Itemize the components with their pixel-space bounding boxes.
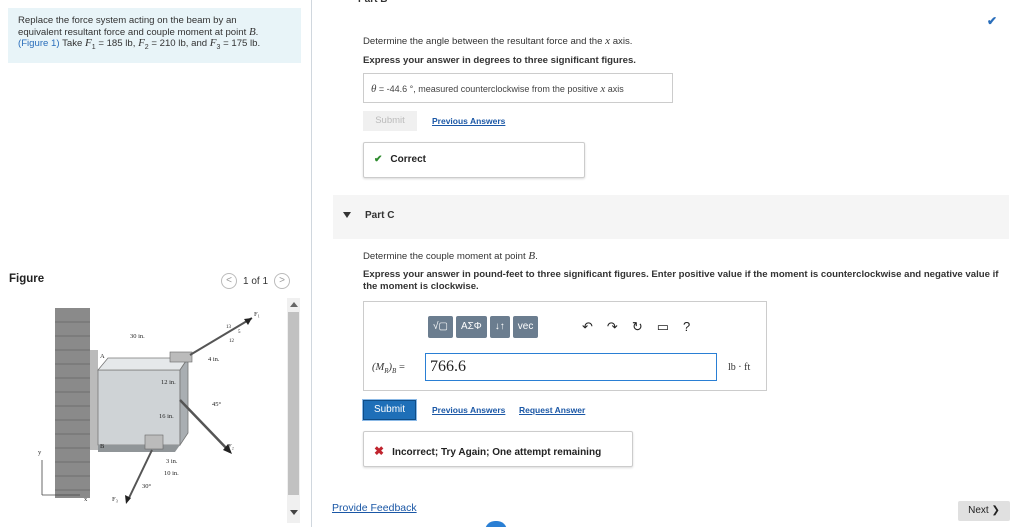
help-icon[interactable]: ? (683, 319, 690, 335)
f1-label: F₁ (254, 311, 260, 318)
sort-button[interactable]: ↓↑ (489, 316, 510, 338)
floating-widget[interactable] (485, 521, 507, 527)
dim-10-label: 10 in. (164, 470, 179, 477)
chevron-right-icon: ❯ (991, 505, 1000, 516)
dim-3-label: 3 in. (166, 458, 178, 465)
angle-45-label: 45° (212, 401, 222, 408)
moment-label: (MR)B = (372, 362, 405, 376)
caret-down-icon (343, 212, 351, 218)
figure-title: Figure (9, 273, 45, 285)
angle-30-label: 30° (142, 483, 152, 490)
chevron-left-icon: < (226, 275, 232, 286)
beam-figure: 30 in. 4 in. 12 in. 16 in. 3 in. 10 in. … (38, 308, 260, 504)
problem-statement: Replace the force system acting on the b… (8, 8, 301, 63)
f1-value: = 185 lb, (95, 38, 139, 49)
dim-30-label: 30 in. (130, 333, 145, 340)
request-answer-link[interactable]: Request Answer (519, 405, 585, 415)
problem-text: equivalent resultant force and couple mo… (18, 26, 249, 38)
part-c-status: ✖ Incorrect; Try Again; One attempt remai… (363, 431, 633, 467)
ratio-13-label: 13 (226, 325, 232, 330)
part-b-question: Determine the angle between the resultan… (363, 35, 632, 47)
part-b-answer: θ = -44.6 °, measured counterclockwise f… (363, 73, 673, 103)
point-b-label: B (100, 443, 105, 450)
part-c-previous-answers-link[interactable]: Previous Answers (432, 405, 505, 415)
y-axis-label: y (38, 449, 42, 456)
moment-input[interactable]: 766.6 (425, 353, 717, 381)
answer-editor: √▢ ΑΣΦ ↓↑ vec ↶ ↷ ↻ ▭ ? (MR)B = 766.6 lb… (363, 301, 767, 391)
keyboard-icon[interactable]: ▭ (657, 319, 669, 335)
math-toolbar: √▢ ΑΣΦ ↓↑ vec (428, 316, 539, 338)
reset-icon[interactable]: ↻ (632, 319, 643, 335)
prev-figure-button[interactable]: < (221, 273, 237, 289)
part-c-submit-button[interactable]: Submit (363, 400, 416, 420)
right-panel: Part B ✔ Determine the angle between the… (313, 0, 1024, 527)
part-b-status: ✔ Correct (363, 142, 585, 178)
point-b: B (248, 25, 256, 38)
redo-icon[interactable]: ↷ (607, 319, 618, 335)
problem-line-2: equivalent resultant force and couple mo… (18, 25, 259, 38)
question-text: Determine the angle between the resultan… (363, 36, 606, 47)
problem-line-3: (Figure 1) Take F1 = 185 lb, F2 = 210 lb… (18, 37, 261, 51)
units-label: lb · ft (728, 362, 751, 373)
f2-value: = 210 lb, and (148, 38, 210, 49)
part-c-label: Part C (365, 210, 395, 221)
answer-end: axis (605, 84, 624, 94)
question-end: . (535, 251, 538, 262)
part-b-header[interactable]: Part B (358, 0, 387, 5)
dim-4-label: 4 in. (208, 356, 220, 363)
check-icon: ✔ (374, 154, 383, 165)
next-label: Next (968, 505, 989, 516)
scroll-thumb[interactable] (288, 312, 299, 495)
scroll-down-icon[interactable] (290, 510, 298, 515)
f3-symbol: F (209, 37, 217, 49)
checkmark-icon: ✔ (987, 14, 998, 28)
f1-symbol: F (85, 37, 92, 49)
part-b-instructions: Express your answer in degrees to three … (363, 55, 636, 66)
question-end: axis. (610, 36, 633, 47)
wall (55, 308, 98, 498)
figure-scrollbar[interactable] (287, 298, 300, 523)
provide-feedback-link[interactable]: Provide Feedback (332, 502, 417, 514)
next-figure-button[interactable]: > (274, 273, 291, 289)
chevron-right-icon: > (279, 275, 285, 286)
ratio-12-label: 12 (229, 339, 235, 344)
left-panel: Replace the force system acting on the b… (0, 0, 312, 527)
scroll-up-icon[interactable] (290, 302, 298, 307)
part-b-submit-button: Submit (363, 111, 417, 131)
f3-label: F₃ (112, 496, 118, 503)
vec-button[interactable]: vec (512, 316, 539, 338)
templates-button[interactable]: √▢ (428, 316, 453, 338)
editor-actions: ↶ ↷ ↻ ▭ ? (582, 319, 690, 335)
next-button[interactable]: Next ❯ (958, 501, 1010, 521)
part-b-previous-answers-link[interactable]: Previous Answers (432, 116, 505, 126)
f2-symbol: F (138, 37, 145, 49)
question-text: Determine the couple moment at point (363, 251, 529, 262)
ratio-5-label: 5 (238, 330, 241, 335)
point-a-label: A (100, 353, 105, 360)
x-icon: ✖ (374, 444, 385, 458)
undo-icon[interactable]: ↶ (582, 319, 593, 335)
part-c-instructions: Express your answer in pound-feet to thr… (363, 269, 999, 292)
beam (97, 356, 189, 452)
status-text: Correct (390, 154, 426, 165)
f2-label: F₂ (228, 443, 234, 450)
dim-16-label: 16 in. (159, 413, 174, 420)
greek-button[interactable]: ΑΣΦ (455, 316, 487, 338)
answer-text: = -44.6 °, measured counterclockwise fro… (376, 84, 601, 94)
figure-link[interactable]: (Figure 1) (18, 38, 60, 49)
part-c-question: Determine the couple moment at point B. (363, 250, 538, 262)
dim-12-label: 12 in. (161, 379, 176, 386)
status-text: Incorrect; Try Again; One attempt remain… (392, 447, 602, 458)
part-c-header[interactable]: Part C (333, 195, 1009, 239)
figure-pager: < 1 of 1 > (221, 273, 291, 289)
f3-value: = 175 lb. (220, 38, 261, 49)
figure-page-count: 1 of 1 (243, 275, 269, 287)
take-text: Take (59, 38, 86, 49)
